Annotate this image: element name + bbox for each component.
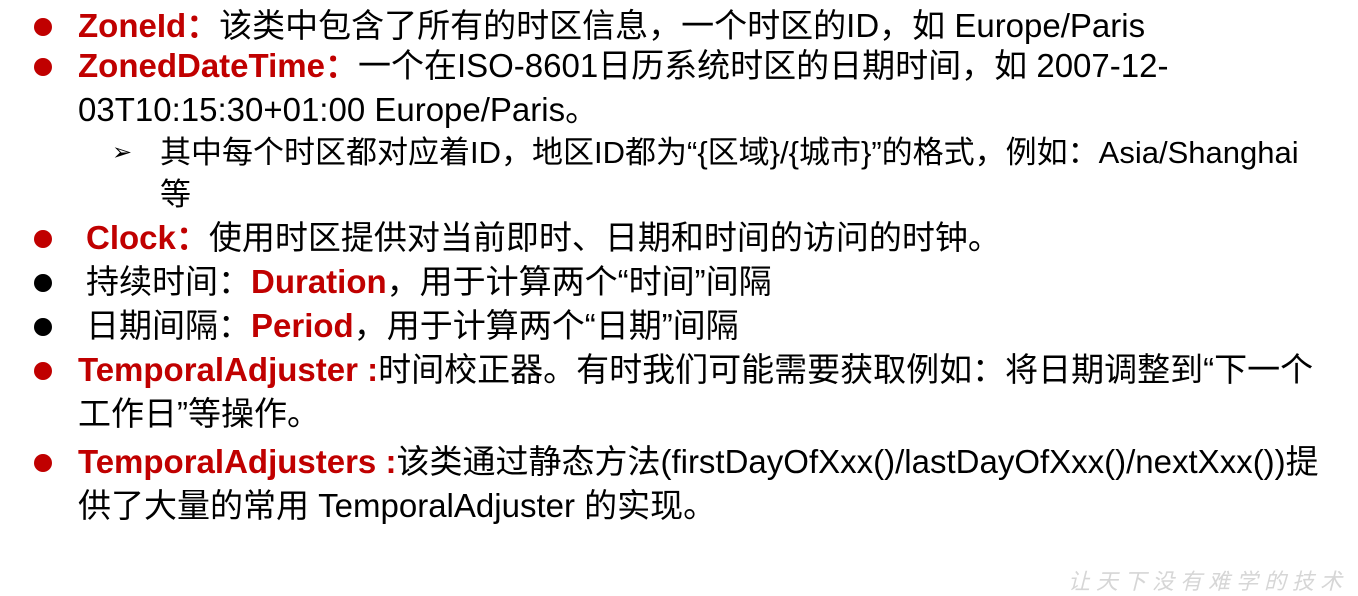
term-temporaladjusters: TemporalAdjusters :: [78, 443, 397, 480]
list-item-zoneid: ZoneId：该类中包含了所有的时区信息，一个时区的ID，如 Europe/Pa…: [0, 4, 1358, 48]
list-item-period: 日期间隔：Period，用于计算两个“日期”间隔: [0, 304, 1358, 348]
bullet-icon: [34, 58, 52, 76]
list-item-temporaladjuster: TemporalAdjuster :时间校正器。有时我们可能需要获取例如：将日期…: [0, 348, 1358, 436]
list-item-zoneddatetime: ZonedDateTime：一个在ISO-8601日历系统时区的日期时间，如 2…: [0, 44, 1358, 132]
bullet-icon: [34, 274, 52, 292]
document-page: ZoneId：该类中包含了所有的时区信息，一个时区的ID，如 Europe/Pa…: [0, 0, 1358, 595]
bullet-icon: [34, 18, 52, 36]
desc-zoneid: 该类中包含了所有的时区信息，一个时区的ID，如 Europe/Paris: [219, 7, 1146, 44]
prefix-duration: 持续时间：: [86, 263, 251, 300]
list-item-temporaladjusters: TemporalAdjusters :该类通过静态方法(firstDayOfXx…: [0, 440, 1358, 528]
bullet-icon: [34, 362, 52, 380]
desc-duration: ，用于计算两个“时间”间隔: [386, 263, 772, 300]
watermark-text: 让天下没有难学的技术: [1067, 570, 1348, 595]
sub-item-text: 其中每个时区都对应着ID，地区ID都为“{区域}/{城市}”的格式，例如：Asi…: [160, 135, 1299, 212]
term-duration: Duration: [251, 263, 387, 300]
bullet-icon: [34, 454, 52, 472]
bullet-icon: [34, 318, 52, 336]
arrow-bullet-icon: ➢: [112, 139, 133, 166]
desc-clock: 使用时区提供对当前即时、日期和时间的访问的时钟。: [208, 219, 1001, 256]
list-item-duration: 持续时间：Duration，用于计算两个“时间”间隔: [0, 260, 1358, 304]
term-clock: Clock：: [86, 219, 209, 256]
bullet-icon: [34, 230, 52, 248]
term-period: Period: [251, 307, 354, 344]
list-item-clock: Clock：使用时区提供对当前即时、日期和时间的访问的时钟。: [0, 216, 1358, 260]
term-zoneid: ZoneId：: [78, 7, 220, 44]
sub-item-zone-format: ➢ 其中每个时区都对应着ID，地区ID都为“{区域}/{城市}”的格式，例如：A…: [0, 132, 1358, 216]
desc-period: ，用于计算两个“日期”间隔: [353, 307, 739, 344]
term-zoneddatetime: ZonedDateTime：: [78, 47, 358, 84]
term-temporaladjuster: TemporalAdjuster :: [78, 351, 379, 388]
prefix-period: 日期间隔：: [86, 307, 251, 344]
